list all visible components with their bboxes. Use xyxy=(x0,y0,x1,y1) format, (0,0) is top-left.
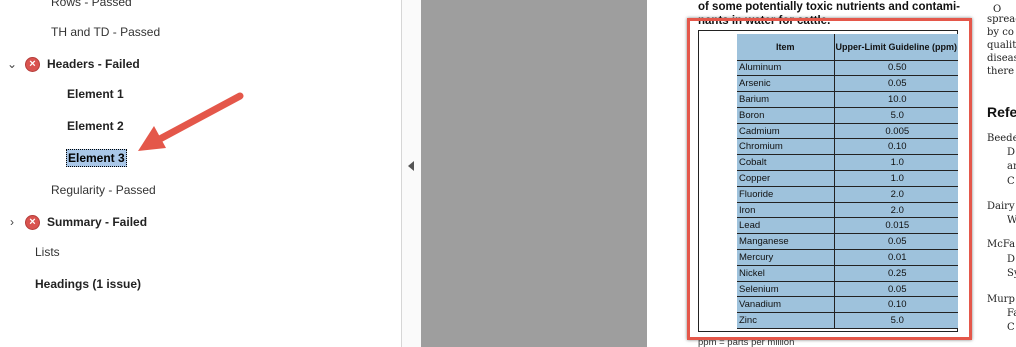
column-header-item: Item xyxy=(737,34,834,61)
caption-line-2: nants in water for cattle. xyxy=(698,15,831,27)
cell-item: Boron xyxy=(737,107,834,124)
cell-item: Iron xyxy=(737,202,834,219)
cell-guideline: 0.50 xyxy=(833,60,958,77)
cell-item: Barium xyxy=(737,91,834,108)
cell-item: Fluoride xyxy=(737,186,834,203)
cell-guideline: 5.0 xyxy=(833,107,958,124)
cell-guideline: 0.05 xyxy=(833,75,958,93)
reference-line: Beede xyxy=(987,133,1016,144)
cell-item: Manganese xyxy=(737,233,834,251)
table-row: Aluminum 0.50 xyxy=(737,60,958,77)
cell-item: Cadmium xyxy=(737,123,834,140)
table-row: Iron 2.0 xyxy=(737,202,958,219)
tree-item-headers[interactable]: Headers - Failed xyxy=(47,56,140,72)
cell-guideline: 1.0 xyxy=(833,170,958,187)
tree-item-summary[interactable]: Summary - Failed xyxy=(47,214,147,230)
table-row: Chromium 0.10 xyxy=(737,138,958,156)
reference-line: an xyxy=(1007,161,1016,172)
table-frame: Item Upper-Limit Guideline (ppm) Aluminu… xyxy=(698,30,958,332)
cell-item: Zinc xyxy=(737,312,834,330)
table-row: Vanadium 0.10 xyxy=(737,296,958,314)
cell-guideline: 0.10 xyxy=(833,138,958,156)
tree-item-regularity[interactable]: Regularity - Passed xyxy=(51,182,156,198)
right-col-line: qualit xyxy=(987,40,1016,51)
accessibility-tree-panel: Rows - Passed TH and TD - Passed ⌄ Heade… xyxy=(0,0,402,347)
right-col-line: spread xyxy=(987,14,1016,25)
reference-line: D xyxy=(1007,254,1016,265)
reference-line: W xyxy=(1007,215,1016,226)
reference-line: Sy xyxy=(1007,268,1016,279)
cell-guideline: 2.0 xyxy=(833,186,958,203)
table-row: Copper 1.0 xyxy=(737,170,958,187)
caption-line-1: of some potentially toxic nutrients and … xyxy=(698,1,960,13)
cell-guideline: 0.05 xyxy=(833,281,958,298)
cell-item: Cobalt xyxy=(737,154,834,172)
document-page: of some potentially toxic nutrients and … xyxy=(647,0,1016,347)
cell-item: Arsenic xyxy=(737,75,834,93)
cell-item: Vanadium xyxy=(737,296,834,314)
cell-guideline: 10.0 xyxy=(833,91,958,108)
table-row: Cobalt 1.0 xyxy=(737,154,958,172)
cell-item: Nickel xyxy=(737,265,834,282)
table-row: Boron 5.0 xyxy=(737,107,958,124)
table-row: Mercury 0.01 xyxy=(737,249,958,266)
tree-item-rows[interactable]: Rows - Passed xyxy=(51,0,132,10)
tree-item-element-1[interactable]: Element 1 xyxy=(67,86,124,102)
table-row: Zinc 5.0 xyxy=(737,312,958,330)
reference-line: Murp xyxy=(987,294,1015,305)
cell-item: Selenium xyxy=(737,281,834,298)
fail-icon xyxy=(25,215,40,230)
cell-item: Chromium xyxy=(737,138,834,156)
panel-splitter[interactable] xyxy=(402,0,421,347)
table-header-row: Item Upper-Limit Guideline (ppm) xyxy=(737,34,958,61)
cell-guideline: 2.0 xyxy=(833,202,958,219)
cell-guideline: 0.015 xyxy=(833,217,958,235)
table-row: Manganese 0.05 xyxy=(737,233,958,251)
reference-line: C xyxy=(1007,322,1015,333)
collapse-left-icon[interactable] xyxy=(408,161,414,171)
table-row: Cadmium 0.005 xyxy=(737,123,958,140)
cell-item: Aluminum xyxy=(737,60,834,77)
cell-guideline: 5.0 xyxy=(833,312,958,330)
reference-line: McFa xyxy=(987,239,1016,250)
table-row: Arsenic 0.05 xyxy=(737,75,958,93)
table-row: Nickel 0.25 xyxy=(737,265,958,282)
reference-line: C xyxy=(1007,176,1015,187)
reference-line: D xyxy=(1007,147,1016,158)
fail-icon xyxy=(25,57,40,72)
table-row: Selenium 0.05 xyxy=(737,281,958,298)
cell-guideline: 0.005 xyxy=(833,123,958,140)
cell-guideline: 0.25 xyxy=(833,265,958,282)
tree-item-element-3[interactable]: Element 3 xyxy=(66,149,127,167)
cell-guideline: 1.0 xyxy=(833,154,958,172)
table-row: Lead 0.015 xyxy=(737,217,958,235)
table-row: Barium 10.0 xyxy=(737,91,958,108)
table-caption: of some potentially toxic nutrients and … xyxy=(698,0,988,28)
tree-item-headings[interactable]: Headings (1 issue) xyxy=(35,276,141,292)
tree-item-lists[interactable]: Lists xyxy=(35,244,60,260)
chevron-right-icon[interactable]: › xyxy=(6,214,18,230)
chevron-down-icon[interactable]: ⌄ xyxy=(6,56,18,72)
column-header-guideline: Upper-Limit Guideline (ppm) xyxy=(833,34,958,61)
table-footnote: ppm = parts per million xyxy=(698,337,795,347)
tree-item-th-and-td[interactable]: TH and TD - Passed xyxy=(51,24,160,40)
table-row: Fluoride 2.0 xyxy=(737,186,958,203)
tree-item-element-2[interactable]: Element 2 xyxy=(67,118,124,134)
cell-guideline: 0.05 xyxy=(833,233,958,251)
cell-item: Lead xyxy=(737,217,834,235)
water-guideline-table: Item Upper-Limit Guideline (ppm) Aluminu… xyxy=(737,34,958,330)
right-col-line: by co xyxy=(987,27,1014,38)
references-heading: Refe xyxy=(987,104,1016,120)
cell-item: Mercury xyxy=(737,249,834,266)
reference-line: Fa xyxy=(1007,308,1016,319)
right-col-line: diseas xyxy=(987,53,1016,64)
cell-guideline: 0.01 xyxy=(833,249,958,266)
cell-item: Copper xyxy=(737,170,834,187)
right-col-line: there xyxy=(987,66,1015,77)
cell-guideline: 0.10 xyxy=(833,296,958,314)
reference-line: Dairy xyxy=(987,201,1015,212)
document-canvas-background xyxy=(421,0,647,347)
